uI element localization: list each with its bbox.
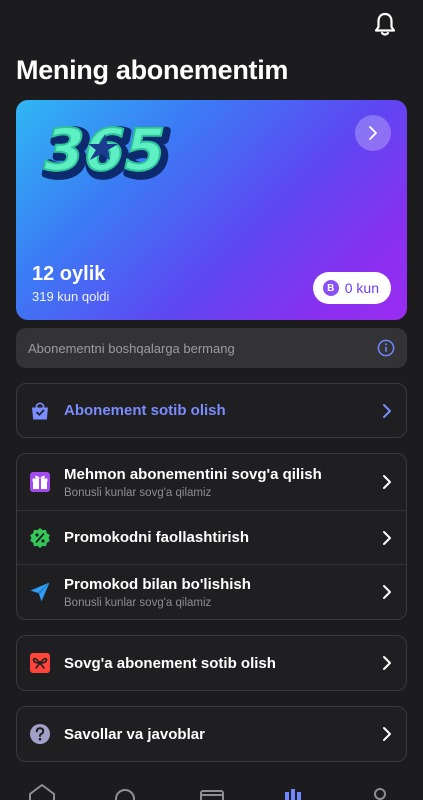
gift-guest-label: Mehmon abonementini sovg'a qilish xyxy=(64,465,322,483)
buy-subscription-row[interactable]: Abonement sotib olish xyxy=(17,384,406,437)
gift-guest-subscription-row[interactable]: Mehmon abonementini sovg'a qilish Bonusl… xyxy=(17,454,406,510)
subscription-card[interactable]: 365 365 12 oylik 319 kun qoldi B 0 kun xyxy=(16,100,407,320)
subscription-tab-icon[interactable] xyxy=(285,789,301,800)
bonus-days-pill[interactable]: B 0 kun xyxy=(312,272,391,304)
promo-share-label: Promokod bilan bo'lishish xyxy=(64,575,251,593)
notice-text: Abonementni boshqalarga bermang xyxy=(28,340,235,356)
chevron-right-icon xyxy=(383,727,391,741)
card-open-button[interactable] xyxy=(355,115,391,151)
bell-icon[interactable] xyxy=(371,10,399,38)
plan-title: 12 oylik xyxy=(32,263,106,285)
profile-icon[interactable] xyxy=(374,788,386,800)
shopping-bag-icon xyxy=(32,401,48,419)
chevron-right-icon xyxy=(383,475,391,489)
faq-label: Savollar va javoblar xyxy=(64,725,205,743)
chevron-right-icon xyxy=(383,585,391,599)
gift-buy-row[interactable]: Sovg'a abonement sotib olish xyxy=(17,636,406,690)
promo-activate-label: Promokodni faollashtirish xyxy=(64,529,250,546)
promo-activate-row[interactable]: Promokodni faollashtirish xyxy=(17,510,406,564)
info-icon[interactable] xyxy=(377,339,395,357)
gift-buy-group: Sovg'a abonement sotib olish xyxy=(16,635,407,691)
gift-icon xyxy=(30,472,50,492)
buy-subscription-label: Abonement sotib olish xyxy=(64,402,226,419)
gift-buy-label: Sovg'a abonement sotib olish xyxy=(64,654,276,672)
page-title: Mening abonementim xyxy=(16,55,289,85)
catalog-icon[interactable] xyxy=(200,790,224,800)
buy-group: Abonement sotib olish xyxy=(16,383,407,438)
faq-group: Savollar va javoblar xyxy=(16,706,407,762)
chevron-right-icon xyxy=(383,656,391,670)
promo-share-row[interactable]: Promokod bilan bo'lishish Bonusli kunlar… xyxy=(17,564,406,619)
bonus-days-value: 0 kun xyxy=(344,280,379,296)
gifts-promo-group: Mehmon abonementini sovg'a qilish Bonusl… xyxy=(16,453,407,620)
faq-row[interactable]: Savollar va javoblar xyxy=(17,707,406,761)
chevron-right-icon xyxy=(383,403,391,418)
share-warning-notice: Abonementni boshqalarga bermang xyxy=(16,328,407,368)
question-icon xyxy=(30,724,50,744)
home-icon[interactable] xyxy=(29,784,55,800)
gift-ribbon-icon xyxy=(30,653,50,673)
paper-plane-icon xyxy=(30,582,50,602)
bonus-badge-icon: B xyxy=(322,280,339,296)
percent-badge-icon xyxy=(30,527,50,548)
days-remaining: 319 kun qoldi xyxy=(32,289,110,304)
chevron-right-icon xyxy=(369,126,377,140)
chevron-right-icon xyxy=(383,530,391,545)
bottom-nav xyxy=(29,784,386,800)
search-icon[interactable] xyxy=(115,789,135,800)
top-bar xyxy=(0,0,423,50)
365-logo-icon: 365 365 xyxy=(35,116,174,193)
promo-share-hint: Bonusli kunlar sovg'a qilamiz xyxy=(64,596,212,609)
gift-guest-hint: Bonusli kunlar sovg'a qilamiz xyxy=(64,486,212,499)
